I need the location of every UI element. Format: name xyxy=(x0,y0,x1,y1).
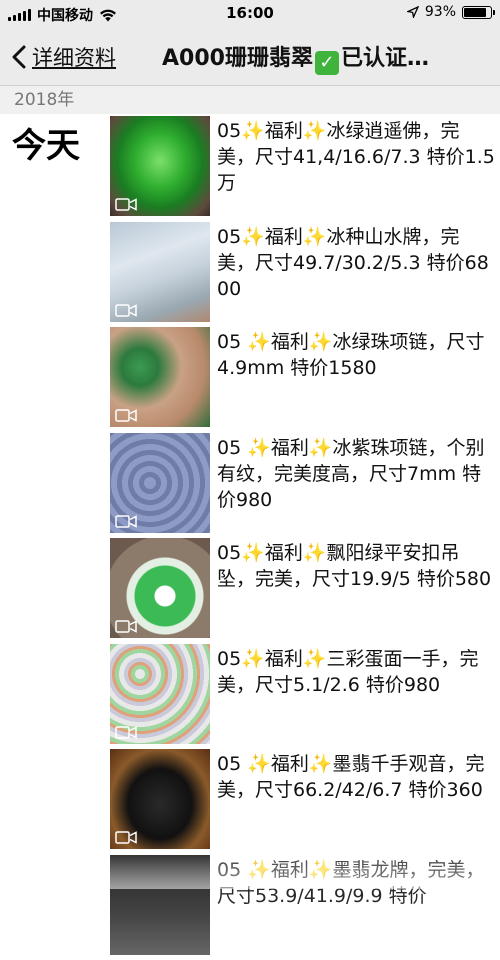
post-thumbnail[interactable] xyxy=(110,538,210,638)
video-icon xyxy=(115,620,137,633)
back-button[interactable]: 详细资料 xyxy=(12,42,116,72)
page-title: A000珊珊翡翠✓已认证… xyxy=(162,40,429,75)
navigation-bar: 详细资料 A000珊珊翡翠✓已认证… xyxy=(0,26,500,86)
video-icon xyxy=(115,198,137,211)
post-text: 05 ✨福利✨墨翡千手观音，完美，尺寸66.2/42/6.7 特价360 xyxy=(217,749,495,853)
post-thumbnail[interactable] xyxy=(110,116,210,216)
post-thumbnail[interactable] xyxy=(110,433,210,533)
feed-post[interactable]: 05 ✨福利✨墨翡龙牌，完美，尺寸53.9/41.9/9.9 特价 xyxy=(110,855,500,960)
check-mark-icon: ✓ xyxy=(315,51,339,75)
post-text: 05 ✨福利✨冰紫珠项链，个别有纹，完美度高，尺寸7mm 特价980 xyxy=(217,433,495,537)
year-header: 2018年 xyxy=(0,86,500,114)
video-icon xyxy=(115,831,137,844)
video-icon xyxy=(115,409,137,422)
post-thumbnail[interactable] xyxy=(110,749,210,849)
video-icon xyxy=(115,726,137,739)
post-thumbnail[interactable] xyxy=(110,327,210,427)
battery-fill xyxy=(464,8,486,17)
post-text: 05✨福利✨冰绿逍遥佛，完美，尺寸41,4/16.6/7.3 特价1.5万 xyxy=(217,116,495,220)
post-text: 05 ✨福利✨冰绿珠项链，尺寸4.9mm 特价1580 xyxy=(217,327,495,431)
location-arrow-icon xyxy=(407,6,419,18)
battery-icon xyxy=(462,6,492,19)
back-label: 详细资料 xyxy=(32,42,116,72)
post-text: 05✨福利✨三彩蛋面一手，完美，尺寸5.1/2.6 特价980 xyxy=(217,644,495,748)
post-text: 05✨福利✨冰种山水牌，完美，尺寸49.7/30.2/5.3 特价6800 xyxy=(217,222,495,326)
feed-post[interactable]: 05✨福利✨飘阳绿平安扣吊坠，完美，尺寸19.9/5 特价580 xyxy=(110,538,500,644)
feed-post[interactable]: 05 ✨福利✨墨翡千手观音，完美，尺寸66.2/42/6.7 特价360 xyxy=(110,749,500,855)
moments-feed: 05✨福利✨冰绿逍遥佛，完美，尺寸41,4/16.6/7.3 特价1.5万 05… xyxy=(110,116,500,960)
feed-post[interactable]: 05✨福利✨冰种山水牌，完美，尺寸49.7/30.2/5.3 特价6800 xyxy=(110,222,500,328)
feed-post[interactable]: 05 ✨福利✨冰紫珠项链，个别有纹，完美度高，尺寸7mm 特价980 xyxy=(110,433,500,539)
feed-post[interactable]: 05✨福利✨冰绿逍遥佛，完美，尺寸41,4/16.6/7.3 特价1.5万 xyxy=(110,116,500,222)
battery-percent: 93% xyxy=(425,4,456,20)
post-thumbnail[interactable] xyxy=(110,222,210,322)
feed-post[interactable]: 05 ✨福利✨冰绿珠项链，尺寸4.9mm 特价1580 xyxy=(110,327,500,433)
video-icon xyxy=(115,515,137,528)
post-thumbnail[interactable] xyxy=(110,855,210,955)
post-text: 05✨福利✨飘阳绿平安扣吊坠，完美，尺寸19.9/5 特价580 xyxy=(217,538,495,642)
post-text: 05 ✨福利✨墨翡龙牌，完美，尺寸53.9/41.9/9.9 特价 xyxy=(217,855,495,959)
title-name: A000珊珊翡翠 xyxy=(162,46,313,71)
feed-post[interactable]: 05✨福利✨三彩蛋面一手，完美，尺寸5.1/2.6 特价980 xyxy=(110,644,500,750)
post-thumbnail[interactable] xyxy=(110,644,210,744)
video-icon xyxy=(115,304,137,317)
status-bar: 中国移动 16:00 93% xyxy=(0,0,500,26)
day-label: 今天 xyxy=(12,118,80,167)
title-suffix: 已认证… xyxy=(341,46,429,71)
chevron-left-icon xyxy=(12,45,26,69)
